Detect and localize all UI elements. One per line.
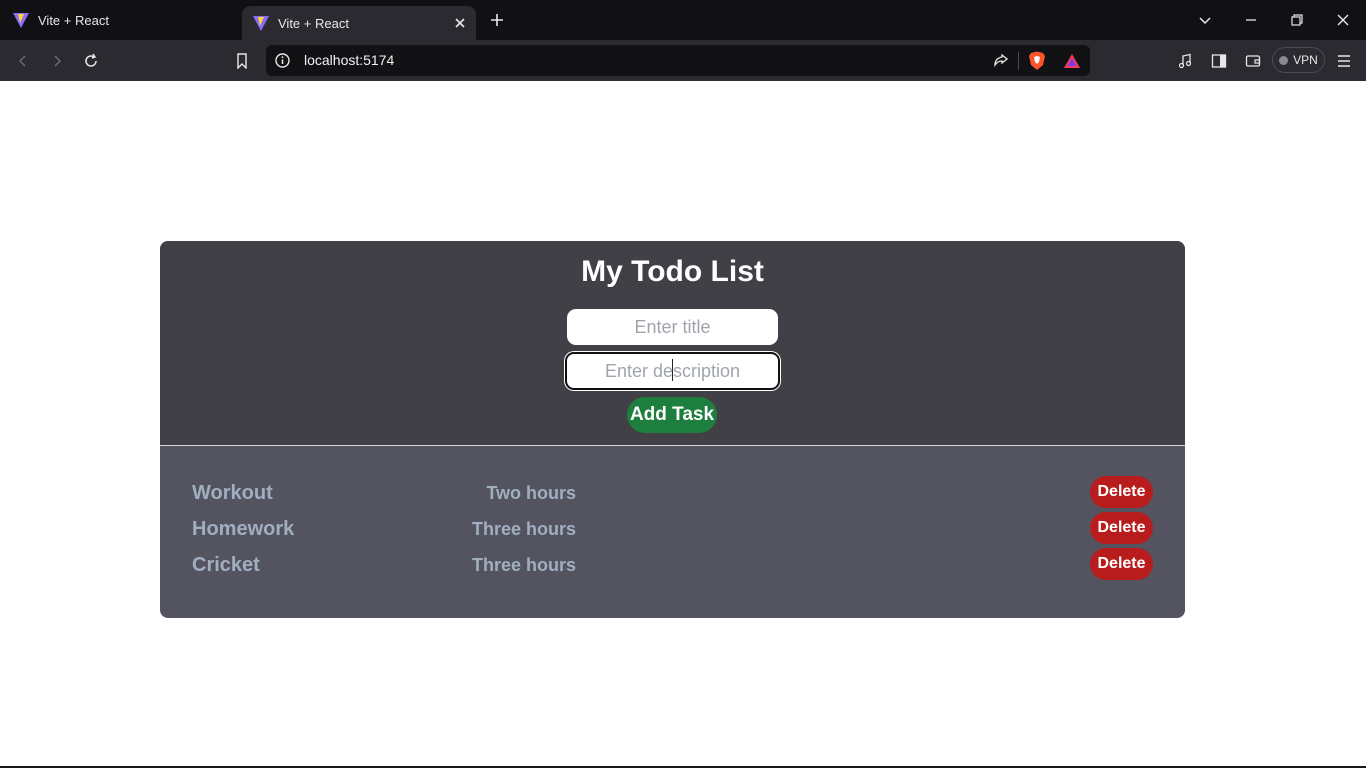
vite-icon [252,14,270,32]
delete-button[interactable]: Delete [1090,548,1153,580]
task-description: Three hours [471,519,576,539]
brave-shield-icon[interactable] [1026,50,1048,72]
media-icon[interactable] [1172,48,1198,74]
task-title: Workout [192,482,273,504]
brave-rewards-icon[interactable] [1061,50,1083,72]
close-icon[interactable] [450,13,470,33]
task-row: Workout Two hours Delete [160,476,1185,512]
task-description: Three hours [471,555,576,575]
url-text: localhost:5174 [304,52,395,68]
todo-form-section: My Todo List Add Task [160,241,1185,446]
share-icon[interactable] [990,50,1012,72]
close-window-icon[interactable] [1331,8,1355,32]
task-description: Two hours [486,483,576,503]
browser-toolbar: localhost:5174 VPN [0,40,1366,81]
vpn-status-icon [1279,55,1289,65]
wallet-icon[interactable] [1240,48,1266,74]
restore-icon[interactable] [1285,8,1309,32]
task-row: Homework Three hours Delete [160,512,1185,548]
add-task-button[interactable]: Add Task [627,397,717,433]
bookmark-icon[interactable] [229,48,255,74]
browser-tab-bar: Vite + React Vite + React [0,0,1366,40]
minimize-icon[interactable] [1239,8,1263,32]
task-title: Homework [192,518,295,540]
vpn-label: VPN [1293,53,1318,67]
delete-button[interactable]: Delete [1090,512,1153,544]
tab-2-active[interactable]: Vite + React [242,6,476,40]
menu-icon[interactable] [1331,48,1357,74]
tab-title: Vite + React [278,15,349,31]
delete-button[interactable]: Delete [1090,476,1153,508]
task-row: Cricket Three hours Delete [160,548,1185,584]
plus-icon[interactable] [486,9,508,31]
reload-icon[interactable] [78,48,104,74]
back-icon[interactable] [10,48,36,74]
task-title: Cricket [192,554,260,576]
sidebar-icon[interactable] [1206,48,1232,74]
title-input[interactable] [567,309,778,345]
chevron-down-icon[interactable] [1193,8,1217,32]
forward-icon[interactable] [44,48,70,74]
text-cursor [672,359,673,381]
vite-icon [12,11,30,29]
page-content: My Todo List Add Task Workout Two hours … [0,81,1366,768]
omnibox-divider [1018,52,1019,70]
task-list: Workout Two hours Delete Homework Three … [160,476,1185,584]
vpn-button[interactable]: VPN [1272,47,1325,73]
address-bar[interactable]: localhost:5174 [266,45,1090,76]
info-icon[interactable] [274,52,291,69]
todo-card: My Todo List Add Task Workout Two hours … [160,241,1185,618]
tab-1[interactable]: Vite + React [8,6,234,34]
tab-title: Vite + React [38,12,109,28]
page-title: My Todo List [581,255,764,288]
